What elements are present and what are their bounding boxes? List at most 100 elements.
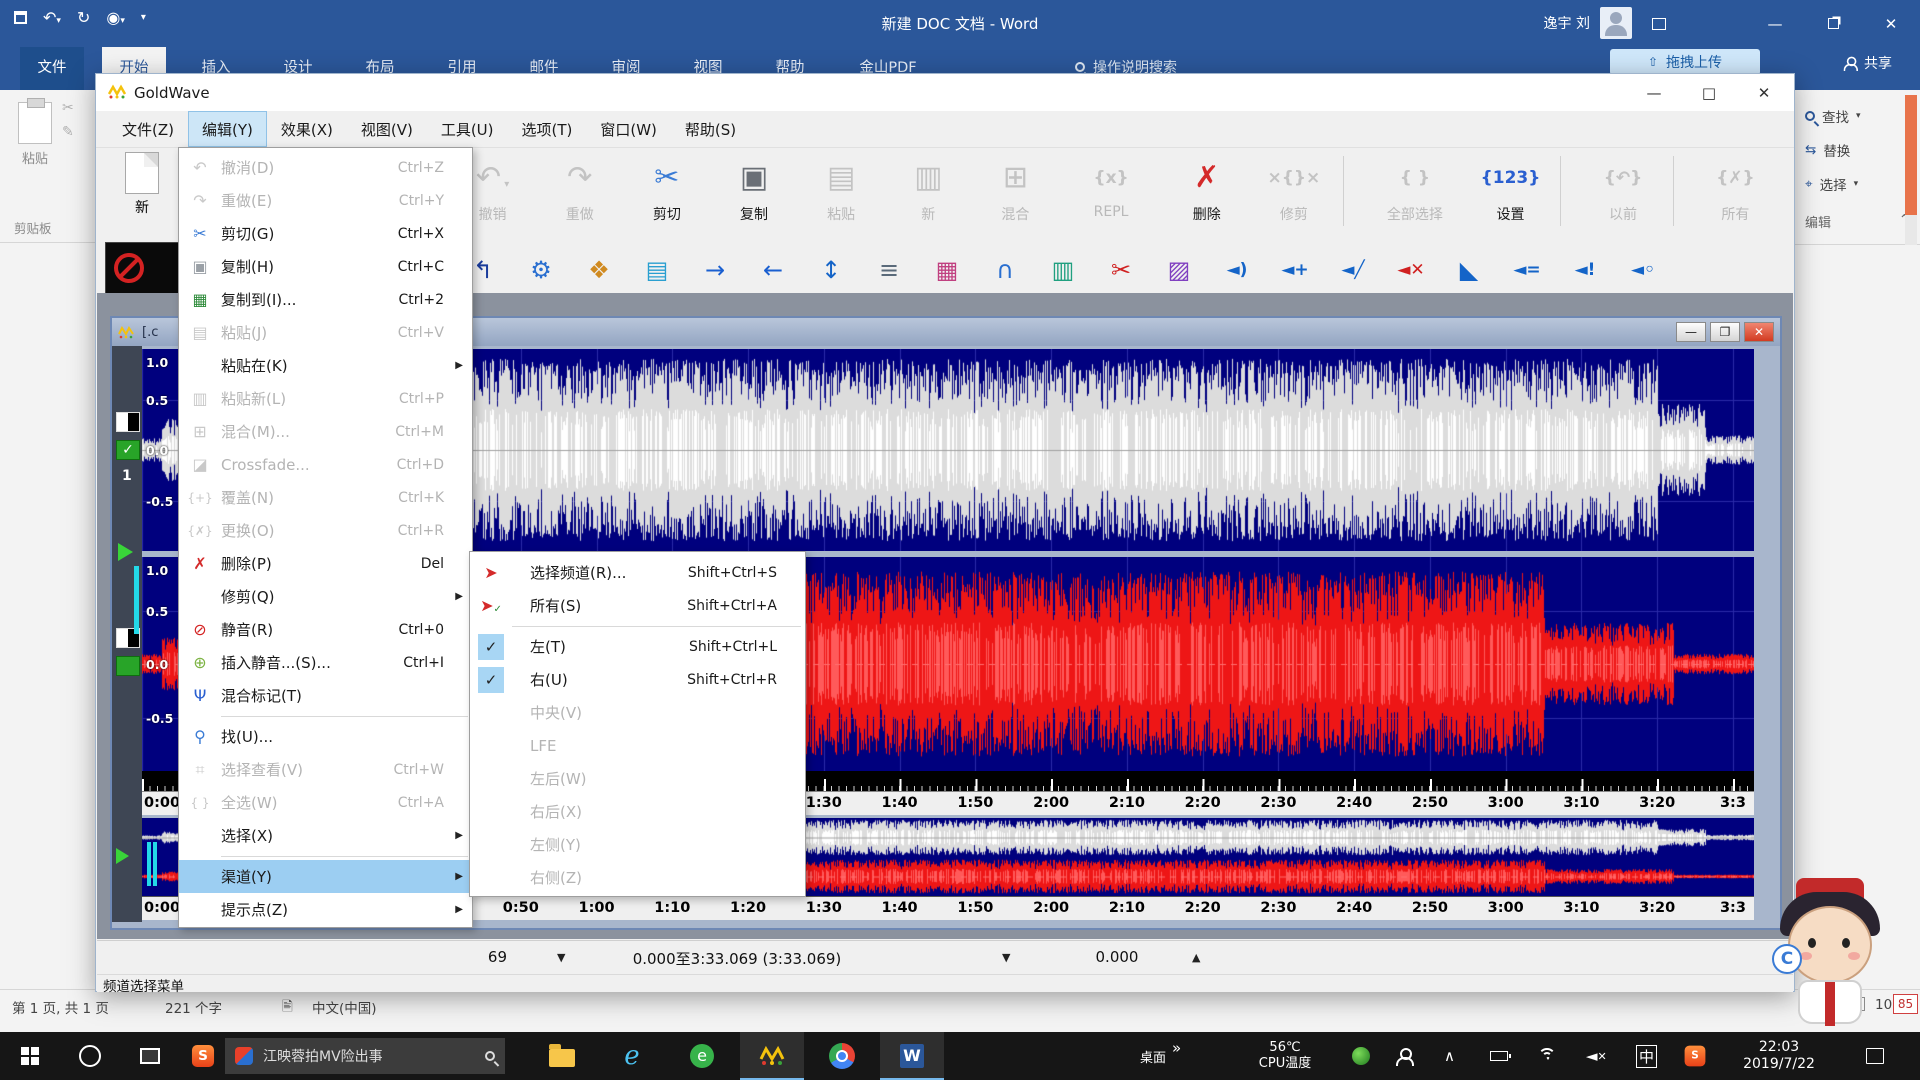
proofing-icon[interactable]: 🖹 [282, 997, 293, 1020]
corner-fade-icon[interactable]: ◣ [1440, 256, 1498, 284]
edit-menu-item-撤消(D)[interactable]: ↶撤消(D)Ctrl+Z [179, 151, 472, 184]
dropdown-arrow-icon[interactable]: ▾ [501, 179, 509, 190]
edit-menu-item-静音(R)[interactable]: ⊘静音(R)Ctrl+0 [179, 613, 472, 646]
move-vertical-icon[interactable]: ↕ [802, 256, 860, 284]
spectrum-icon[interactable]: ▥ [1034, 256, 1092, 284]
goldwave-menu-帮助(S)[interactable]: 帮助(S) [671, 111, 750, 147]
toolbar-all-button[interactable]: {✗}所有 [1692, 152, 1779, 224]
edit-menu-item-覆盖(N)[interactable]: {+}覆盖(N)Ctrl+K [179, 481, 472, 514]
goldwave-taskbar-button[interactable] [740, 1032, 804, 1080]
word-taskbar-button[interactable]: W [880, 1032, 944, 1080]
start-button[interactable] [0, 1032, 60, 1080]
hidden-icons-chevron[interactable]: ∧ [1444, 1032, 1455, 1080]
word-scrollbar[interactable] [1905, 95, 1917, 245]
find-button[interactable]: 查找▾ [1805, 106, 1861, 126]
volume-icon[interactable]: ◄) [1208, 260, 1266, 280]
ribbon-display-options-icon[interactable] [1630, 0, 1688, 47]
channel-menu-item-LFE[interactable]: LFE [470, 729, 805, 762]
taskbar-search-box[interactable]: 江映蓉拍MV险出事 [225, 1038, 505, 1074]
preset-field[interactable]: 69 [377, 948, 507, 966]
edit-menu-item-复制到(I)...[interactable]: ▦复制到(I)...Ctrl+2 [179, 283, 472, 316]
volume-plus-icon[interactable]: ◄+ [1266, 260, 1324, 280]
goldwave-menu-编辑(Y)[interactable]: 编辑(Y) [188, 111, 267, 147]
toolbar-paste-new-button[interactable]: ▥新 [885, 152, 972, 224]
goldwave-menu-视图(V)[interactable]: 视图(V) [347, 111, 427, 147]
noise-gate-icon[interactable]: ✂ [1092, 256, 1150, 284]
channel-menu-item-右侧(Z)[interactable]: 右侧(Z) [470, 861, 805, 894]
volume-match-icon[interactable]: ◄= [1498, 260, 1556, 280]
volume-fade-icon[interactable]: ◄╱ [1324, 260, 1382, 280]
sogou-pinned-app[interactable]: S [180, 1032, 225, 1080]
edit-menu-item-提示点(Z)[interactable]: 提示点(Z)▶ [179, 893, 472, 926]
toolbar-overflow-chevron[interactable]: » [1172, 1039, 1181, 1057]
share-button[interactable]: 共享 [1842, 53, 1892, 73]
edit-menu-item-粘贴在(K)[interactable]: 粘贴在(K)▶ [179, 349, 472, 382]
seek-forward-icon[interactable]: → [686, 256, 744, 284]
edit-menu-item-找(U)...[interactable]: ⚲找(U)... [179, 720, 472, 753]
edit-menu-item-Crossfade...[interactable]: ◪Crossfade...Ctrl+D [179, 448, 472, 481]
channel1-enabled-checkbox[interactable]: ✓ [116, 440, 140, 460]
goldwave-menu-选项(T)[interactable]: 选项(T) [508, 111, 587, 147]
channel-menu-item-选择频道(R)...[interactable]: ➤选择频道(R)...Shift+Ctrl+S [470, 556, 805, 589]
filter-arch-icon[interactable]: ∩ [976, 256, 1034, 284]
toolbar-redo-button[interactable]: ↷重做 [536, 152, 623, 224]
volume-pan-icon[interactable]: ◄◦ [1614, 260, 1672, 280]
cortana-button[interactable] [60, 1032, 120, 1080]
edit-menu-item-修剪(Q)[interactable]: 修剪(Q)▶ [179, 580, 472, 613]
select-button[interactable]: ⌖ 选择▾ [1805, 174, 1858, 194]
desktop-toolbar[interactable]: 桌面 » [1140, 1032, 1181, 1080]
wifi-icon[interactable] [1538, 1032, 1558, 1080]
volume-muted-icon[interactable]: ◄✕ [1586, 1032, 1607, 1080]
language-indicator[interactable]: 中文(中国) [312, 997, 377, 1017]
channel-menu-item-所有(S)[interactable]: ➤✓所有(S)Shift+Ctrl+A [470, 589, 805, 622]
toolbar-mix-button[interactable]: ⊞混合 [972, 152, 1059, 224]
sogou-tray-icon[interactable]: S [1682, 1032, 1708, 1080]
sound-minimize-button[interactable]: — [1676, 322, 1706, 342]
goldwave-menu-效果(X)[interactable]: 效果(X) [267, 111, 347, 147]
edit-menu-item-重做(E)[interactable]: ↷重做(E)Ctrl+Y [179, 184, 472, 217]
edit-menu-item-插入静音...(S)...[interactable]: ⊕插入静音...(S)...Ctrl+I [179, 646, 472, 679]
sound-maximize-button[interactable]: ❐ [1710, 322, 1740, 342]
goldwave-close-button[interactable]: ✕ [1744, 80, 1784, 106]
edit-menu-item-混合(M)...[interactable]: ⊞混合(M)...Ctrl+M [179, 415, 472, 448]
overview-playback-marker-icon[interactable] [116, 848, 129, 864]
word-count[interactable]: 221 个字 [165, 997, 222, 1017]
effect-palette-icon[interactable]: ❖ [570, 256, 628, 284]
edit-menu-item-全选(W)[interactable]: { }全选(W)Ctrl+A [179, 786, 472, 819]
edit-menu-item-渠道(Y)[interactable]: 渠道(Y)▶ [179, 860, 472, 893]
position-field[interactable]: 0.000 [1057, 948, 1177, 966]
edit-menu-item-更换(O)[interactable]: {✗}更换(O)Ctrl+R [179, 514, 472, 547]
green-browser-button[interactable]: e [670, 1032, 734, 1080]
toolbar-repl-button[interactable]: {x}REPL [1059, 152, 1163, 220]
position-spinner-icon[interactable]: ▲ [1192, 951, 1200, 964]
goldwave-maximize-button[interactable]: □ [1689, 80, 1729, 106]
internet-explorer-button[interactable]: e [600, 1032, 664, 1080]
edit-menu-item-混合标记(T)[interactable]: Ψ混合标记(T) [179, 679, 472, 712]
overview-selection-marker2[interactable] [153, 842, 157, 886]
clock[interactable]: 22:03 2019/7/22 [1724, 1032, 1834, 1080]
people-tray-icon[interactable] [1396, 1032, 1412, 1080]
goldwave-menu-文件(Z)[interactable]: 文件(Z) [108, 111, 188, 147]
selection-field[interactable]: 0.000至3:33.069 (3:33.069) [527, 948, 947, 969]
toolbar-cut-button[interactable]: ✂剪切 [623, 152, 710, 224]
avatar[interactable] [1600, 7, 1632, 39]
chrome-button[interactable] [810, 1032, 874, 1080]
goldwave-titlebar[interactable]: GoldWave — □ ✕ [96, 74, 1794, 111]
selection-dropdown-icon[interactable]: ▼ [1002, 951, 1010, 964]
action-center-button[interactable] [1866, 1032, 1884, 1080]
channel-menu-item-左侧(Y)[interactable]: 左侧(Y) [470, 828, 805, 861]
antivirus-tray-icon[interactable] [1352, 1032, 1370, 1080]
task-view-button[interactable] [120, 1032, 180, 1080]
toolbar-delete-button[interactable]: ✗删除 [1163, 152, 1250, 224]
file-explorer-button[interactable] [530, 1032, 594, 1080]
volume-boost-icon[interactable]: ◄! [1556, 260, 1614, 280]
seek-back-icon[interactable]: ← [744, 256, 802, 284]
cut-icon[interactable]: ✂ [62, 100, 74, 116]
sound-close-button[interactable]: ✕ [1744, 322, 1774, 342]
replace-button[interactable]: ⇆ 替换 [1805, 140, 1850, 160]
edit-menu-item-选择查看(V)[interactable]: ⌗选择查看(V)Ctrl+W [179, 753, 472, 786]
word-minimize-button[interactable]: — [1746, 0, 1804, 47]
playback-marker-icon[interactable] [118, 543, 133, 561]
scrollbar-thumb[interactable] [1905, 95, 1917, 215]
channel-menu-item-右(U)[interactable]: ✓右(U)Shift+Ctrl+R [470, 663, 805, 696]
